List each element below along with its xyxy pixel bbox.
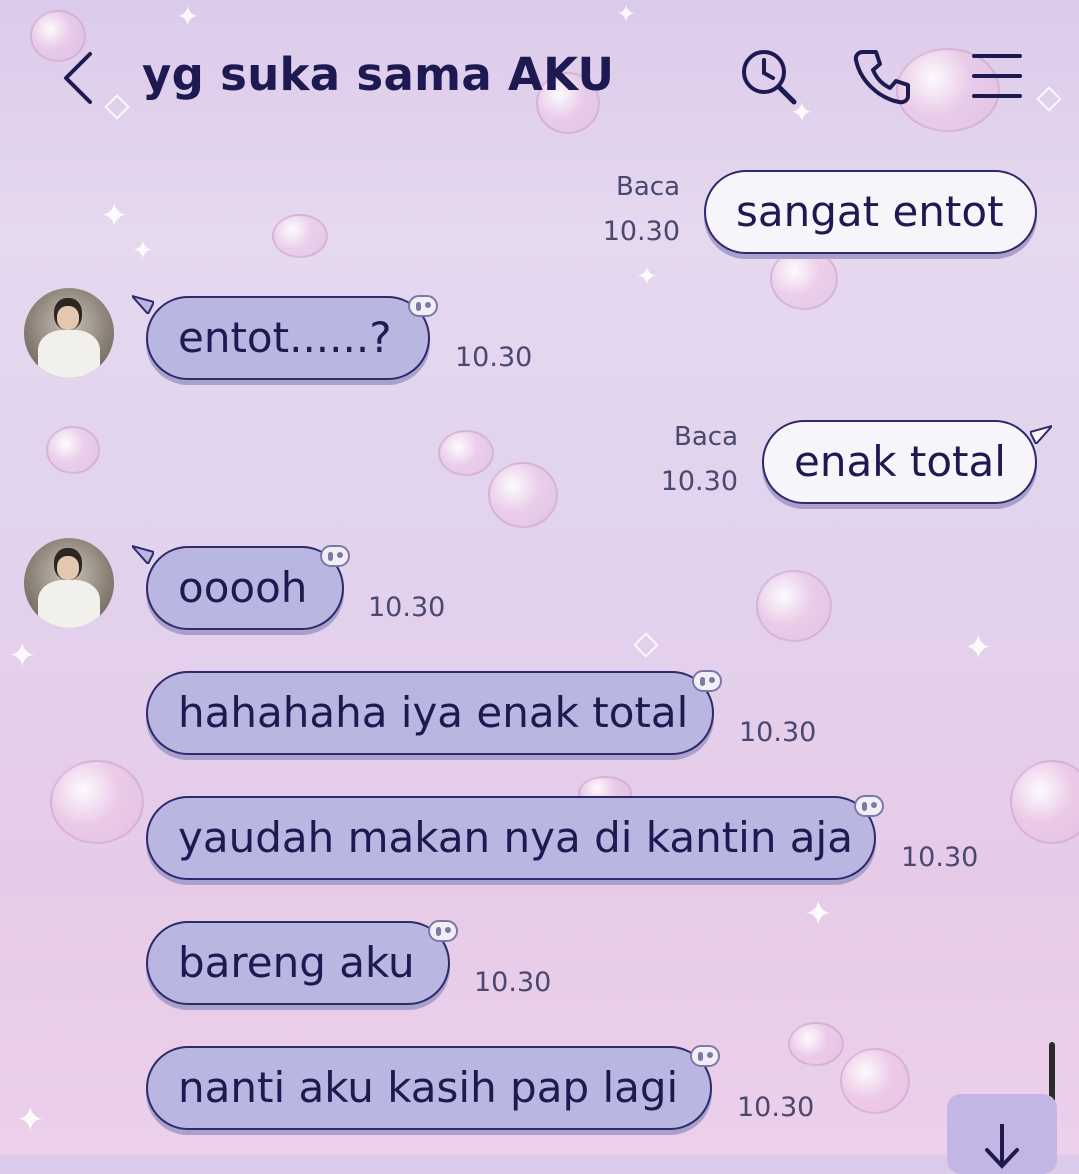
incoming-message[interactable]: hahahaha iya enak total bbox=[146, 671, 714, 755]
bubble-tail-icon bbox=[1030, 424, 1052, 444]
bubble-charm-icon bbox=[690, 1045, 720, 1067]
incoming-message[interactable]: yaudah makan nya di kantin aja bbox=[146, 796, 876, 880]
back-icon[interactable] bbox=[58, 48, 98, 108]
message-time: 10.30 bbox=[901, 842, 979, 873]
message-time: 10.30 bbox=[455, 342, 533, 373]
bubble-charm-icon bbox=[854, 795, 884, 817]
chat-header: yg suka sama AKU bbox=[0, 0, 1079, 150]
incoming-message[interactable]: ooooh bbox=[146, 546, 344, 630]
bubble-charm-icon bbox=[428, 920, 458, 942]
bubble-tail-icon bbox=[132, 294, 154, 314]
bubble-charm-icon bbox=[408, 295, 438, 317]
bubble-tail-icon bbox=[132, 544, 154, 564]
phone-icon[interactable] bbox=[852, 46, 912, 106]
avatar[interactable] bbox=[24, 288, 114, 378]
menu-icon[interactable] bbox=[968, 46, 1028, 106]
outgoing-message[interactable]: enak total bbox=[762, 420, 1037, 504]
incoming-message[interactable]: bareng aku bbox=[146, 921, 450, 1005]
message-time: 10.30 bbox=[602, 216, 680, 247]
chat-title: yg suka sama AKU bbox=[142, 48, 615, 101]
message-time: 10.30 bbox=[660, 466, 738, 497]
bubble-charm-icon bbox=[692, 670, 722, 692]
outgoing-message[interactable]: sangat entot bbox=[704, 170, 1037, 254]
incoming-message[interactable]: nanti aku kasih pap lagi bbox=[146, 1046, 712, 1130]
search-clock-icon[interactable] bbox=[738, 46, 798, 106]
read-status: Baca bbox=[616, 172, 680, 202]
arrow-down-icon bbox=[985, 1124, 1019, 1169]
message-time: 10.30 bbox=[739, 717, 817, 748]
scroll-to-bottom-button[interactable] bbox=[947, 1094, 1057, 1174]
message-time: 10.30 bbox=[474, 967, 552, 998]
message-time: 10.30 bbox=[368, 592, 446, 623]
bubble-charm-icon bbox=[320, 545, 350, 567]
avatar[interactable] bbox=[24, 538, 114, 628]
incoming-message[interactable]: entot......? bbox=[146, 296, 430, 380]
message-time: 10.30 bbox=[737, 1092, 815, 1123]
read-status: Baca bbox=[674, 422, 738, 452]
